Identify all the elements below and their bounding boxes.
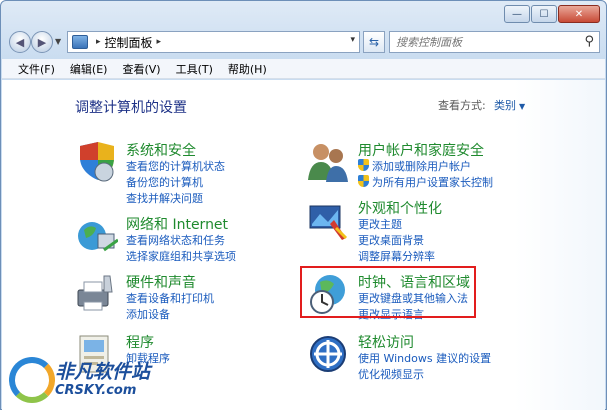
printer-icon[interactable] [74, 272, 118, 316]
page-title: 调整计算机的设置 [75, 100, 187, 116]
highlight-box [300, 266, 476, 318]
ease-of-access-icon[interactable] [306, 332, 350, 376]
network-globe-icon[interactable] [74, 214, 118, 258]
category-title[interactable]: 程序 [126, 332, 154, 352]
category-link[interactable]: 使用 Windows 建议的设置 [358, 350, 491, 366]
menu-tools[interactable]: 工具(T) [176, 61, 213, 77]
close-button[interactable]: ✕ [558, 5, 600, 23]
control-panel-icon [72, 35, 88, 49]
back-button[interactable]: ◀ [9, 31, 31, 53]
category-appearance: 外观和个性化 更改主题 更改桌面背景 调整屏幕分辨率 [306, 198, 546, 263]
address-row: ◀ ▶ ▼ ▸ 控制面板 ▸ ▾ ⇆ ⚲ [9, 31, 600, 53]
menu-bar: 文件(F) 编辑(E) 查看(V) 工具(T) 帮助(H) [2, 59, 605, 79]
category-title[interactable]: 网络和 Internet [126, 214, 228, 234]
control-panel-window: — ☐ ✕ ◀ ▶ ▼ ▸ 控制面板 ▸ ▾ ⇆ ⚲ 文件(F) 编辑(E) 查… [0, 0, 607, 410]
search-box[interactable]: ⚲ [389, 31, 600, 53]
category-link[interactable]: 查看设备和打印机 [126, 290, 214, 306]
maximize-button[interactable]: ☐ [531, 5, 557, 23]
category-hardware-sound: 硬件和声音 查看设备和打印机 添加设备 [74, 272, 294, 322]
category-user-accounts: 用户帐户和家庭安全 添加或删除用户帐户 为所有用户设置家长控制 [306, 140, 546, 190]
category-link[interactable]: 备份您的计算机 [126, 174, 203, 190]
system-security-icon[interactable] [74, 140, 118, 184]
address-bar[interactable]: ▸ 控制面板 ▸ ▾ [67, 31, 360, 53]
view-by-dropdown[interactable]: 类别 ▼ [494, 97, 525, 113]
menu-file[interactable]: 文件(F) [18, 61, 55, 77]
uac-shield-icon [358, 175, 369, 187]
address-dropdown-icon[interactable]: ▾ [350, 35, 355, 45]
watermark-en: CRSKY.com [55, 383, 137, 398]
user-accounts-icon[interactable] [306, 140, 350, 184]
view-by-label: 查看方式: [438, 99, 486, 112]
menu-edit[interactable]: 编辑(E) [70, 61, 108, 77]
uac-shield-icon [358, 159, 369, 171]
category-link[interactable]: 更改桌面背景 [358, 232, 424, 248]
breadcrumb-separator-icon[interactable]: ▸ [96, 37, 101, 47]
category-ease-of-access: 轻松访问 使用 Windows 建议的设置 优化视频显示 [306, 332, 546, 382]
title-buttons: — ☐ ✕ [503, 5, 600, 23]
category-title[interactable]: 轻松访问 [358, 332, 414, 352]
category-link[interactable]: 查看您的计算机状态 [126, 158, 225, 174]
category-link[interactable]: 添加设备 [126, 306, 170, 322]
breadcrumb-control-panel[interactable]: 控制面板 [105, 34, 153, 51]
watermark-cn: 非凡软件站 [55, 361, 151, 383]
forward-button[interactable]: ▶ [31, 31, 53, 53]
refresh-button[interactable]: ⇆ [363, 31, 385, 53]
category-title[interactable]: 系统和安全 [126, 140, 196, 160]
search-input[interactable] [396, 35, 576, 49]
chevron-down-icon[interactable]: ▼ [519, 102, 525, 111]
search-icon[interactable]: ⚲ [584, 34, 594, 49]
logo-swirl-icon [9, 357, 55, 403]
category-link[interactable]: 添加或删除用户帐户 [358, 158, 471, 174]
breadcrumb-separator-icon[interactable]: ▸ [157, 37, 162, 47]
link-text[interactable]: 为所有用户设置家长控制 [372, 176, 493, 189]
category-link[interactable]: 选择家庭组和共享选项 [126, 248, 236, 264]
forward-arrow-icon: ▶ [37, 35, 47, 49]
menu-help[interactable]: 帮助(H) [228, 61, 267, 77]
category-title[interactable]: 硬件和声音 [126, 272, 196, 292]
view-by-value[interactable]: 类别 [494, 99, 516, 112]
category-system-security: 系统和安全 查看您的计算机状态 备份您的计算机 查找并解决问题 [74, 140, 294, 205]
back-arrow-icon: ◀ [15, 35, 25, 49]
appearance-icon[interactable] [306, 198, 350, 242]
category-title[interactable]: 用户帐户和家庭安全 [358, 140, 484, 160]
refresh-icon: ⇆ [368, 35, 380, 49]
category-link[interactable]: 更改主题 [358, 216, 402, 232]
link-text[interactable]: 添加或删除用户帐户 [372, 160, 471, 173]
category-title[interactable]: 外观和个性化 [358, 198, 442, 218]
category-link[interactable]: 为所有用户设置家长控制 [358, 174, 493, 190]
category-link[interactable]: 查找并解决问题 [126, 190, 203, 206]
category-link[interactable]: 查看网络状态和任务 [126, 232, 225, 248]
history-dropdown-icon[interactable]: ▼ [55, 37, 61, 46]
menu-view[interactable]: 查看(V) [122, 61, 160, 77]
category-network: 网络和 Internet 查看网络状态和任务 选择家庭组和共享选项 [74, 214, 294, 264]
category-link[interactable]: 优化视频显示 [358, 366, 424, 382]
category-link[interactable]: 调整屏幕分辨率 [358, 248, 435, 264]
watermark-logo: 非凡软件站 CRSKY.com [9, 353, 159, 409]
minimize-button[interactable]: — [504, 5, 530, 23]
